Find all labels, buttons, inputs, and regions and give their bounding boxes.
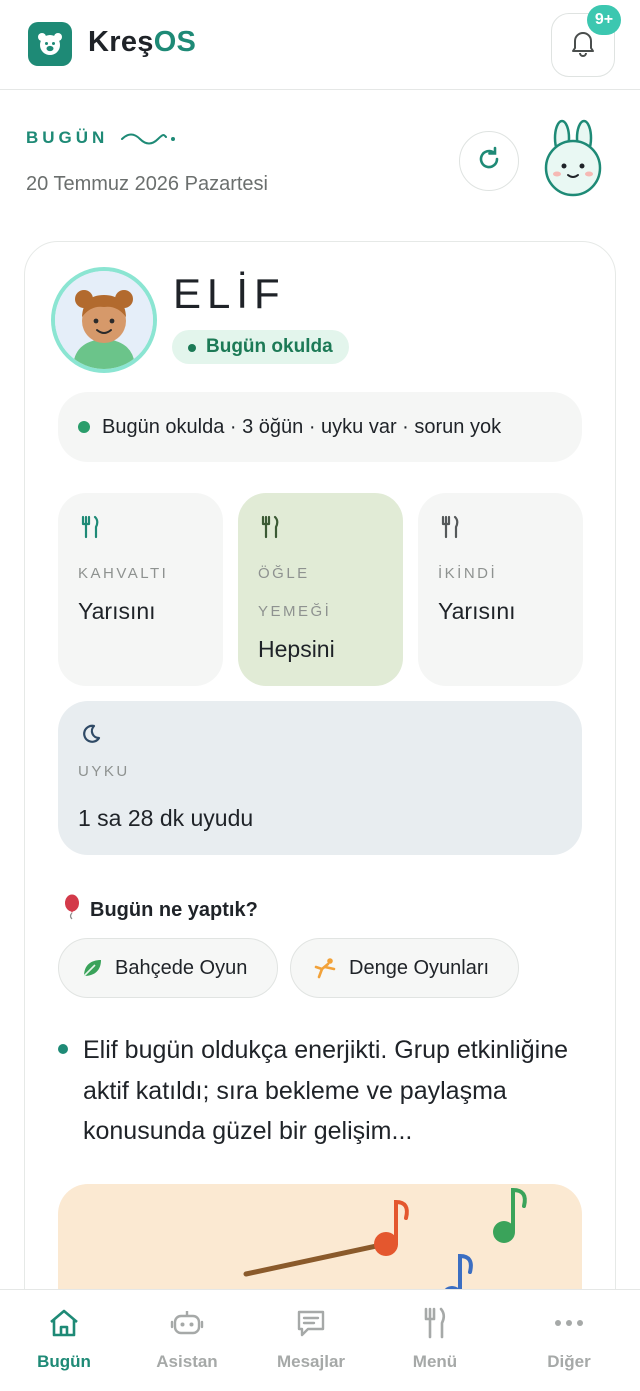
current-date: 20 Temmuz 2026 Pazartesi [26,173,268,195]
bottom-navigation: Bugün Asistan Mesajlar Menü Diğer [0,1289,640,1391]
meal-card-breakfast[interactable]: KAHVALTI Yarısını [58,493,223,686]
baton-icon [243,1232,398,1277]
message-icon [296,1306,326,1340]
fork-knife-icon [440,515,460,544]
home-icon [48,1306,80,1340]
child-avatar[interactable] [51,267,157,373]
child-name: ELİF [173,270,286,317]
notification-badge: 9+ [587,5,621,35]
bear-logo-icon[interactable] [28,22,72,66]
teacher-note-text: Elif bugün oldukça enerjikti. Grup etkin… [83,1036,568,1145]
nav-item-more[interactable]: Diğer [505,1290,633,1391]
music-note-icon [493,1187,527,1243]
fork-knife-icon [80,515,100,544]
nav-item-menu[interactable]: Menü [371,1290,499,1391]
activity-chip-garden-play[interactable]: Bahçede Oyun [58,938,278,998]
meal-card-afternoon-snack[interactable]: İKİNDİ Yarısını [418,493,583,686]
fork-knife-icon [423,1306,447,1340]
activity-chip-label: Denge Oyunları [349,956,490,979]
activity-illustration [58,1184,582,1304]
balloon-icon [62,894,82,926]
nav-item-label: Diğer [547,1352,591,1371]
status-badge: Bugün okulda [172,330,349,364]
activity-chip-label: Bahçede Oyun [115,956,248,979]
refresh-icon [475,145,503,178]
wave-decoration-icon [120,128,180,153]
nav-item-assistant[interactable]: Asistan [123,1290,251,1391]
moon-icon [80,723,102,750]
summary-text: Bugün okulda · 3 öğün · uyku var · sorun… [102,415,502,438]
meal-card-lunch[interactable]: ÖĞLE YEMEĞİ Hepsini [238,493,403,686]
nav-item-label: Menü [412,1352,458,1371]
nav-item-messages[interactable]: Mesajlar [247,1290,375,1391]
meal-label: İKİNDİ [438,565,498,582]
meal-value: Hepsini [258,636,335,662]
note-bullet [58,1044,68,1054]
nav-item-today[interactable]: Bugün [0,1290,128,1391]
today-label: BUGÜN [26,128,109,147]
activities-heading: Bugün ne yaptık? [62,894,258,926]
meal-value: Yarısını [438,598,516,624]
robot-icon [170,1306,204,1340]
nav-item-label: Bugün [37,1352,91,1371]
gymnast-icon [313,957,337,979]
status-badge-label: Bugün okulda [206,336,333,357]
music-note-icon [394,1199,409,1246]
meal-value: Yarısını [78,598,156,624]
top-bar: KreşOS 9+ [0,0,640,90]
nav-item-label: Asistan [156,1352,218,1371]
meal-label: KAHVALTI [78,565,169,582]
more-icon [554,1306,584,1340]
activity-chip-balance-games[interactable]: Denge Oyunları [290,938,519,998]
nav-item-label: Mesajlar [276,1352,346,1371]
bunny-mascot-icon[interactable] [540,118,606,203]
leaf-icon [81,957,103,979]
summary-dot [78,421,90,433]
fork-knife-icon [260,515,280,544]
activities-title: Bugün ne yaptık? [90,898,258,921]
sleep-value: 1 sa 28 dk uyudu [78,805,254,831]
daily-summary: Bugün okulda · 3 öğün · uyku var · sorun… [58,392,582,462]
sleep-label: UYKU [78,763,130,780]
meal-label: ÖĞLE YEMEĞİ [258,565,332,620]
refresh-button[interactable] [459,131,519,191]
app-brand: KreşOS [88,26,197,58]
sleep-card[interactable]: UYKU 1 sa 28 dk uyudu [58,701,582,855]
bell-icon [570,29,596,62]
status-dot [188,344,196,352]
